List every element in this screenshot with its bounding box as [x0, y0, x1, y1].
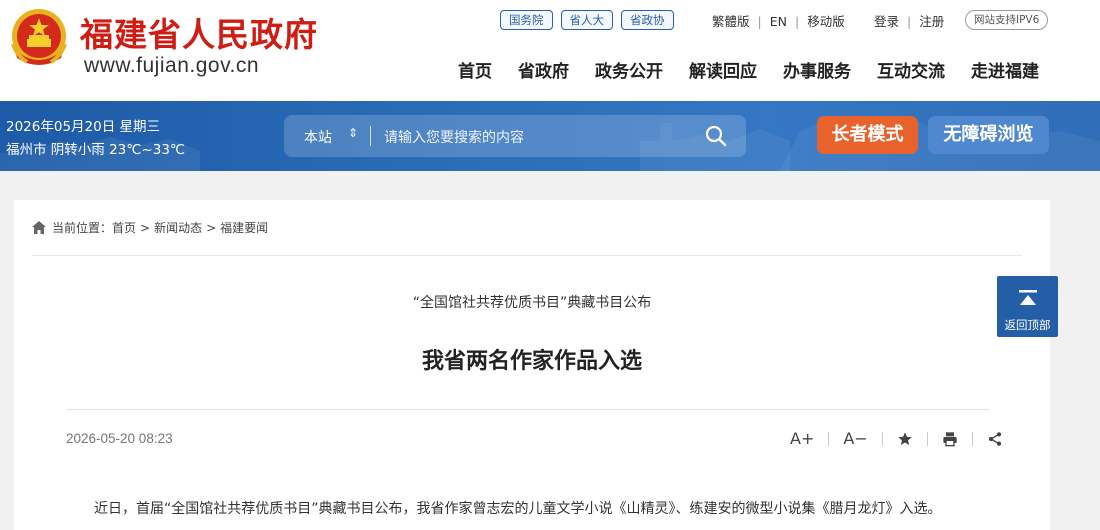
link-state-council[interactable]: 国务院 [500, 10, 553, 30]
breadcrumb: 当前位置： 首页 > 新闻动态 > 福建要闻 [32, 219, 268, 236]
breadcrumb-home[interactable]: 首页 [112, 219, 136, 236]
breadcrumb-separator: > [140, 220, 151, 235]
nav-home[interactable]: 首页 [458, 57, 492, 82]
back-to-top-button[interactable]: 返回顶部 [997, 276, 1058, 337]
home-icon [32, 221, 46, 234]
back-to-top-label: 返回顶部 [1004, 318, 1051, 332]
favorite-button[interactable] [897, 431, 913, 447]
article-tools: A+ A− [790, 429, 1003, 448]
article-body: 近日，首届“全国馆社共荐优质书目”典藏书目公布，我省作家曾志宏的儿童文学小说《山… [94, 501, 942, 517]
breadcrumb-news[interactable]: 新闻动态 [154, 219, 202, 236]
login-link[interactable]: 登录 [874, 14, 899, 29]
share-icon [988, 431, 1001, 446]
main-nav: 首页 省政府 政务公开 解读回应 办事服务 互动交流 走进福建 [458, 57, 1039, 82]
star-icon [898, 431, 912, 445]
breadcrumb-prefix: 当前位置： [52, 221, 113, 235]
national-emblem-icon[interactable] [7, 6, 71, 70]
register-link[interactable]: 注册 [919, 14, 944, 29]
font-larger-button[interactable]: A+ [790, 429, 814, 448]
divider [66, 409, 990, 410]
article-subtitle: “全国馆社共荐优质书目”典藏书目公布 [412, 295, 652, 311]
current-date: 2026年05月20日 星期三 [6, 119, 161, 135]
account-links: 登录 | 注册 [874, 11, 944, 30]
link-provincial-cppcc[interactable]: 省政协 [621, 10, 674, 30]
divider [926, 431, 928, 446]
ipv6-badge: 网站支持IPV6 [965, 10, 1049, 30]
search-scope-select[interactable]: 本站 [304, 127, 332, 147]
nav-provincial-government[interactable]: 省政府 [518, 57, 569, 82]
publish-date: 2026-05-20 08:23 [66, 431, 173, 446]
search-banner: 2026年05月20日 星期三 福州市 阴转小雨 23℃~33℃ 本站 ⇕ 长者… [0, 101, 1100, 171]
site-name[interactable]: 福建省人民政府 [80, 8, 318, 56]
nav-interpretation[interactable]: 解读回应 [689, 57, 757, 82]
article-panel: 当前位置： 首页 > 新闻动态 > 福建要闻 “全国馆社共荐优质书目”典藏书目公… [14, 200, 1050, 530]
gov-links: 国务院 省人大 省政协 [500, 10, 674, 30]
traditional-chinese-link[interactable]: 繁體版 [712, 14, 750, 29]
divider: | [757, 14, 762, 29]
nav-about-fujian[interactable]: 走进福建 [971, 57, 1039, 82]
breadcrumb-fujian-news[interactable]: 福建要闻 [220, 219, 268, 236]
search-divider [370, 126, 371, 146]
nav-services[interactable]: 办事服务 [783, 57, 851, 82]
search-input[interactable] [382, 123, 696, 151]
breadcrumb-separator: > [206, 220, 217, 235]
search-box: 本站 ⇕ [284, 115, 746, 157]
divider [881, 431, 883, 446]
divider: | [794, 14, 800, 29]
nav-government-affairs[interactable]: 政务公开 [595, 57, 663, 82]
accessible-browse-button[interactable]: 无障碍浏览 [928, 116, 1049, 154]
weather-info: 福州市 阴转小雨 23℃~33℃ [6, 142, 186, 158]
divider [971, 431, 973, 446]
site-header: 福建省人民政府 www.fujian.gov.cn 国务院 省人大 省政协 繁體… [0, 0, 1100, 101]
share-button[interactable] [987, 431, 1003, 447]
elder-mode-button[interactable]: 长者模式 [817, 116, 918, 154]
print-button[interactable] [942, 431, 958, 447]
sort-arrows-icon[interactable]: ⇕ [348, 126, 358, 140]
version-switcher: 繁體版 | EN | 移动版 [712, 11, 845, 30]
link-provincial-congress[interactable]: 省人大 [560, 10, 613, 30]
search-icon[interactable] [704, 124, 728, 148]
arrow-up-icon [1019, 290, 1037, 305]
font-smaller-button[interactable]: A− [843, 429, 867, 448]
divider [828, 431, 830, 446]
article-title: 我省两名作家作品入选 [421, 349, 642, 374]
site-url[interactable]: www.fujian.gov.cn [84, 54, 259, 78]
english-link[interactable]: EN [770, 14, 787, 29]
divider: | [907, 14, 912, 29]
divider [32, 255, 1022, 256]
mobile-link[interactable]: 移动版 [807, 14, 845, 29]
nav-interaction[interactable]: 互动交流 [877, 57, 945, 82]
print-icon [943, 431, 957, 446]
